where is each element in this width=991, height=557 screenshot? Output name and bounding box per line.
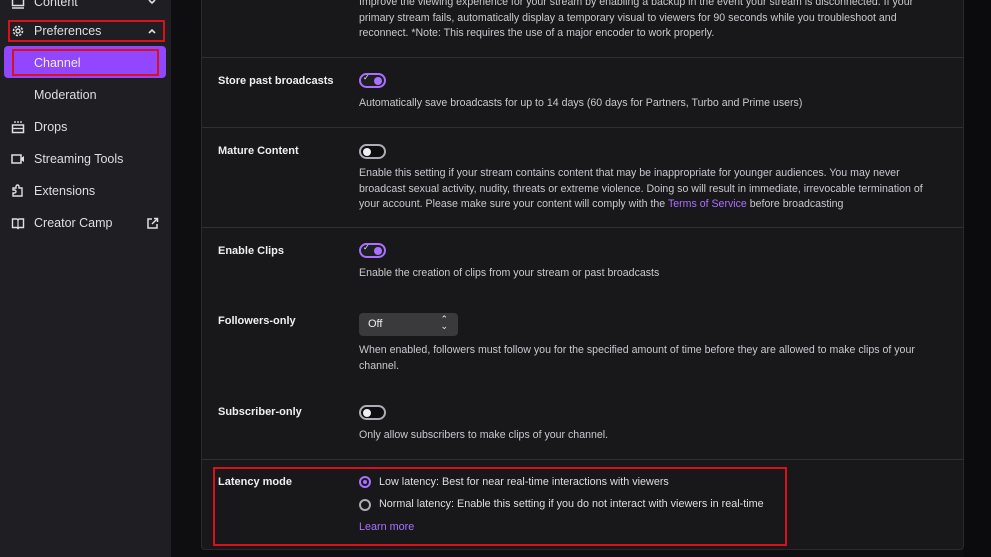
subscriber-only-toggle[interactable] xyxy=(359,405,386,420)
desc-text: before broadcasting xyxy=(746,198,844,210)
sidebar-item-label: Content xyxy=(34,0,78,9)
sidebar-item-label: Streaming Tools xyxy=(34,152,124,166)
desc-text: your account. Please make sure your cont… xyxy=(359,198,668,210)
gear-icon xyxy=(10,23,26,39)
sidebar-item-channel[interactable]: Channel xyxy=(0,47,171,79)
sidebar: Content Preferences Channel Moderation D… xyxy=(0,0,171,557)
store-broadcasts-toggle[interactable]: ✓ xyxy=(359,73,386,88)
book-icon xyxy=(10,215,26,231)
enable-clips-toggle[interactable]: ✓ xyxy=(359,243,386,258)
enable-clips-label: Enable Clips xyxy=(218,245,285,257)
store-broadcasts-label: Store past broadcasts xyxy=(218,75,334,87)
low-latency-label[interactable]: Low latency: Best for near real-time int… xyxy=(379,476,669,488)
sidebar-item-moderation[interactable]: Moderation xyxy=(0,79,171,111)
mature-content-description: Enable this setting if your stream conta… xyxy=(359,166,944,213)
followers-only-select[interactable]: Off ⌃ ⌄ xyxy=(359,313,458,336)
chevron-down-icon xyxy=(145,0,159,9)
drops-icon xyxy=(10,119,26,135)
sidebar-item-label: Moderation xyxy=(34,88,97,102)
learn-more-link[interactable]: Learn more xyxy=(359,521,414,533)
desc-line: primary stream fails, automatically disp… xyxy=(359,11,897,24)
latency-mode-label: Latency mode xyxy=(218,476,292,488)
subscriber-only-label: Subscriber-only xyxy=(218,406,302,418)
desc-line: channel. xyxy=(359,359,400,372)
subscriber-only-description: Only allow subscribers to make clips of … xyxy=(359,429,609,441)
sidebar-item-label: Channel xyxy=(34,56,81,70)
followers-only-label: Followers-only xyxy=(218,315,296,327)
terms-of-service-link[interactable]: Terms of Service xyxy=(668,198,747,210)
chevron-up-icon xyxy=(145,24,159,38)
toggle-knob xyxy=(363,148,371,156)
sidebar-item-creator-camp[interactable]: Creator Camp xyxy=(0,207,171,239)
scroll-gutter xyxy=(964,0,991,557)
check-icon: ✓ xyxy=(363,73,370,82)
divider xyxy=(202,459,963,460)
toggle-knob xyxy=(374,77,382,85)
enable-clips-description: Enable the creation of clips from your s… xyxy=(359,267,660,279)
store-broadcasts-description: Automatically save broadcasts for up to … xyxy=(359,97,803,109)
toggle-knob xyxy=(363,409,371,417)
select-value: Off xyxy=(368,318,383,330)
divider xyxy=(202,57,963,58)
check-icon: ✓ xyxy=(363,243,370,252)
sidebar-item-streaming-tools[interactable]: Streaming Tools xyxy=(0,143,171,175)
backup-description: Improve the viewing experience for your … xyxy=(359,0,944,42)
camera-icon xyxy=(10,151,26,167)
divider xyxy=(202,227,963,228)
low-latency-radio[interactable] xyxy=(359,476,371,488)
sidebar-item-label: Preferences xyxy=(34,24,102,38)
mature-content-toggle[interactable] xyxy=(359,144,386,159)
desc-line: Enable this setting if your stream conta… xyxy=(359,167,900,179)
sidebar-item-label: Creator Camp xyxy=(34,216,113,230)
desc-line: your account. Please make sure your cont… xyxy=(359,197,944,213)
desc-line: When enabled, followers must follow you … xyxy=(359,344,915,356)
sidebar-item-label: Drops xyxy=(34,120,68,134)
desc-line: broadcast sexual activity, nudity, threa… xyxy=(359,182,923,195)
up-down-chevron-icon: ⌃ ⌄ xyxy=(440,314,448,331)
divider xyxy=(202,127,963,128)
sidebar-item-preferences[interactable]: Preferences xyxy=(0,15,171,47)
followers-only-description: When enabled, followers must follow you … xyxy=(359,343,944,374)
external-link-icon xyxy=(145,216,159,230)
toggle-knob xyxy=(374,247,382,255)
mature-content-label: Mature Content xyxy=(218,145,299,157)
normal-latency-radio[interactable] xyxy=(359,499,371,511)
sidebar-item-label: Extensions xyxy=(34,184,96,198)
sidebar-item-drops[interactable]: Drops xyxy=(0,111,171,143)
desc-line: Improve the viewing experience for your … xyxy=(359,0,914,8)
normal-latency-label[interactable]: Normal latency: Enable this setting if y… xyxy=(379,498,764,510)
puzzle-icon xyxy=(10,183,26,199)
content-icon xyxy=(10,0,26,10)
desc-line: reconnect. *Note: This requires the use … xyxy=(359,27,715,39)
sidebar-item-extensions[interactable]: Extensions xyxy=(0,175,171,207)
